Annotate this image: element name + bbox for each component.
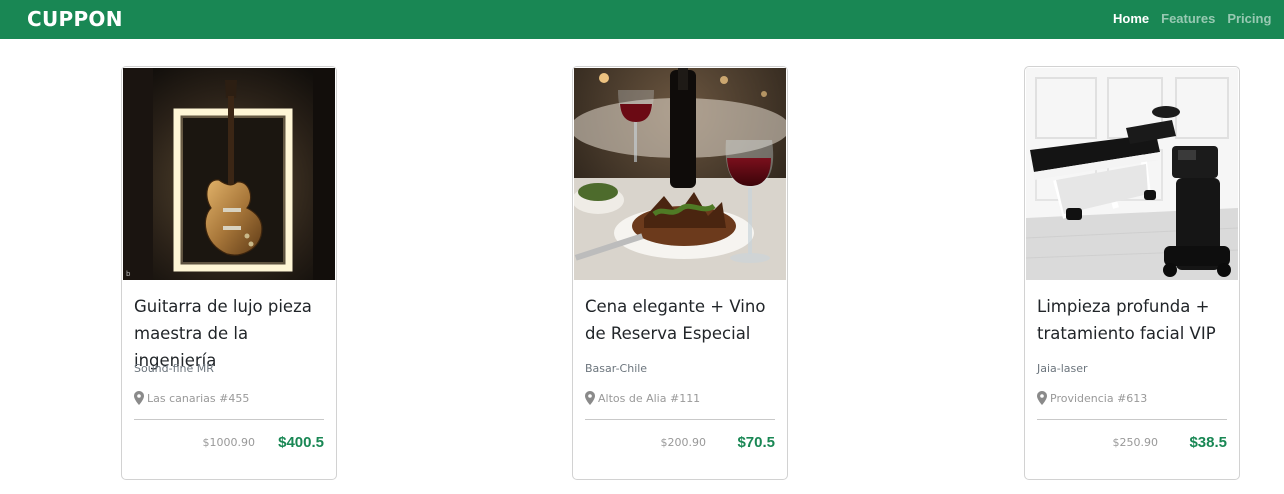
product-title[interactable]: Limpieza profunda + tratamiento facial V… — [1037, 293, 1231, 347]
product-title[interactable]: Cena elegante + Vino de Reserva Especial — [585, 293, 779, 347]
product-price: $400.5 — [278, 434, 324, 451]
product-old-price: $200.90 — [660, 436, 707, 449]
product-image-dinner[interactable] — [574, 68, 786, 280]
nav-link-pricing[interactable]: Pricing — [1227, 11, 1271, 26]
nav-link-home[interactable]: Home — [1113, 11, 1149, 26]
product-card-spa[interactable]: Limpieza profunda + tratamiento facial V… — [1024, 66, 1240, 480]
spa-treatment-bed-photo — [1026, 68, 1238, 280]
brand-logo[interactable]: CUPPON — [27, 7, 123, 31]
dinner-wine-photo — [574, 68, 786, 280]
product-image-spa[interactable] — [1026, 68, 1238, 280]
product-location-text: Altos de Alia #111 — [598, 391, 701, 405]
product-image-guitar[interactable]: b — [123, 68, 335, 280]
product-vendor: Sound-fine MR — [134, 362, 214, 375]
map-pin-icon — [585, 391, 595, 405]
nav-links: Home Features Pricing D — [1113, 11, 1284, 26]
nav-link-features[interactable]: Features — [1161, 11, 1215, 26]
product-location: Altos de Alia #111 — [585, 391, 700, 405]
map-pin-icon — [1037, 391, 1047, 405]
svg-text:b: b — [126, 270, 131, 278]
product-price: $38.5 — [1189, 434, 1227, 451]
divider — [1037, 419, 1227, 420]
product-vendor: Jaia-laser — [1037, 362, 1088, 375]
divider — [585, 419, 775, 420]
electric-guitar-photo: b — [123, 68, 335, 280]
product-card-guitar[interactable]: b Guitarra de lujo pieza maestra de la i… — [121, 66, 337, 480]
divider — [134, 419, 324, 420]
product-price: $70.5 — [737, 434, 775, 451]
product-old-price: $250.90 — [1112, 436, 1159, 449]
navbar: CUPPON Home Features Pricing D — [0, 0, 1284, 39]
product-location-text: Providencia #613 — [1050, 391, 1148, 405]
map-pin-icon — [134, 391, 144, 405]
product-card-dinner[interactable]: Cena elegante + Vino de Reserva Especial… — [572, 66, 788, 480]
product-old-price: $1000.90 — [202, 436, 256, 449]
product-vendor: Basar-Chile — [585, 362, 648, 375]
product-location-text: Las canarias #455 — [147, 391, 250, 405]
product-location: Las canarias #455 — [134, 391, 249, 405]
product-location: Providencia #613 — [1037, 391, 1147, 405]
